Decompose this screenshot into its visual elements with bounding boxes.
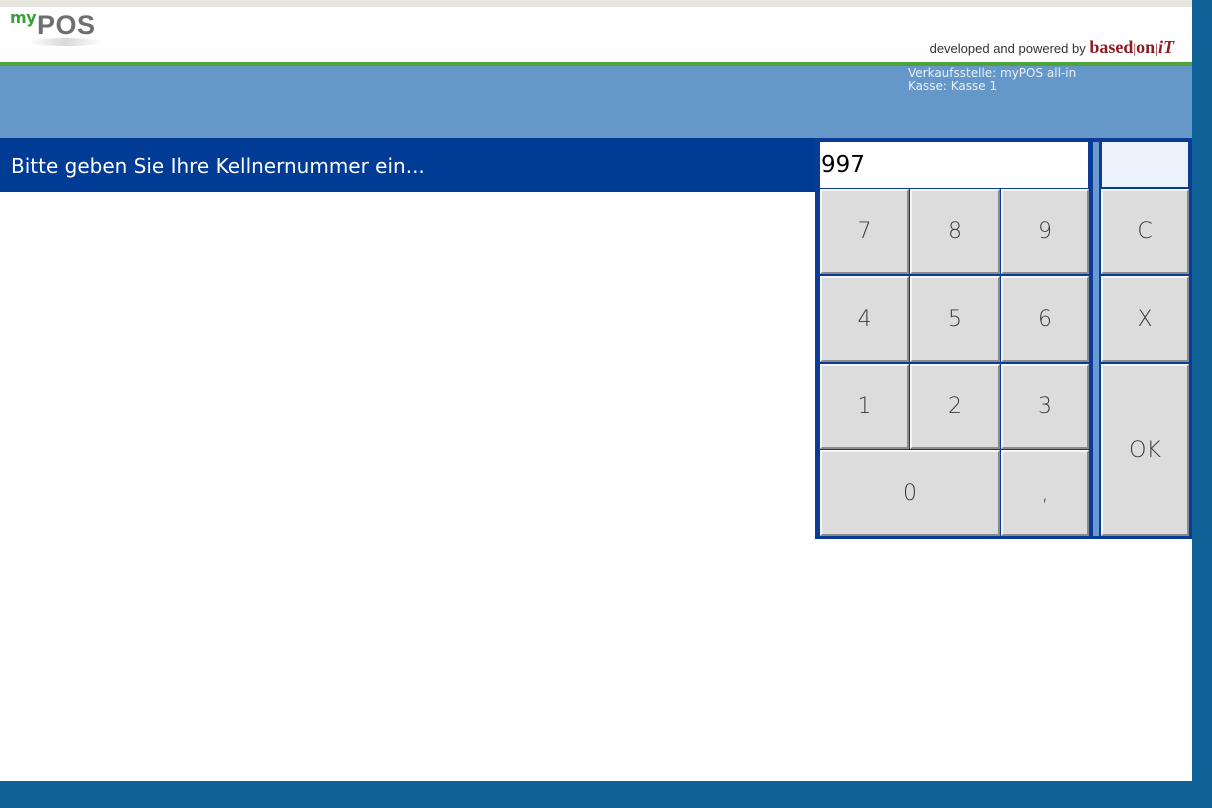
key-2-button[interactable]: 2 [910,364,1000,449]
brand-based: based [1089,37,1134,57]
logo-main: POS [37,10,96,40]
cancel-button[interactable]: X [1101,276,1189,362]
key-6-button[interactable]: 6 [1001,276,1089,362]
key-7-button[interactable]: 7 [820,189,909,274]
based-on-it-logo: based|on|iT [1089,37,1174,57]
terminal-info: Verkaufsstelle: myPOS all-in Kasse: Kass… [908,67,1076,93]
logo-swoosh [28,38,103,46]
register-label: Kasse: Kasse 1 [908,79,998,93]
brand-it: iT [1158,37,1174,57]
waiter-number-prompt: Bitte geben Sie Ihre Kellnernummer ein..… [11,154,425,178]
key-5-button[interactable]: 5 [910,276,1000,362]
powered-by-text: developed and powered by [929,41,1086,56]
logo-prefix: my [10,8,37,27]
brand-on: on [1136,37,1156,57]
key-0-button[interactable]: 0 [820,450,1000,536]
comma-button[interactable]: , [1001,450,1089,536]
key-4-button[interactable]: 4 [820,276,909,362]
ok-button[interactable]: OK [1101,364,1189,536]
aux-display-field [1102,142,1188,187]
footer-bar [0,781,1212,808]
key-8-button[interactable]: 8 [910,189,1000,274]
prompt-bar: Bitte geben Sie Ihre Kellnernummer ein..… [0,138,815,192]
key-9-button[interactable]: 9 [1001,189,1089,274]
top-border [0,0,1192,7]
info-bar: Verkaufsstelle: myPOS all-in Kasse: Kass… [0,66,1192,138]
key-1-button[interactable]: 1 [820,364,909,449]
waiter-number-input[interactable]: 997 [820,142,1088,188]
app-header: my POS developed and powered by based|on… [0,7,1192,62]
powered-by: developed and powered by based|on|iT [930,37,1174,58]
clear-button[interactable]: C [1101,189,1189,274]
keypad-divider [1093,142,1099,536]
right-frame [1192,0,1212,808]
key-3-button[interactable]: 3 [1001,364,1089,449]
